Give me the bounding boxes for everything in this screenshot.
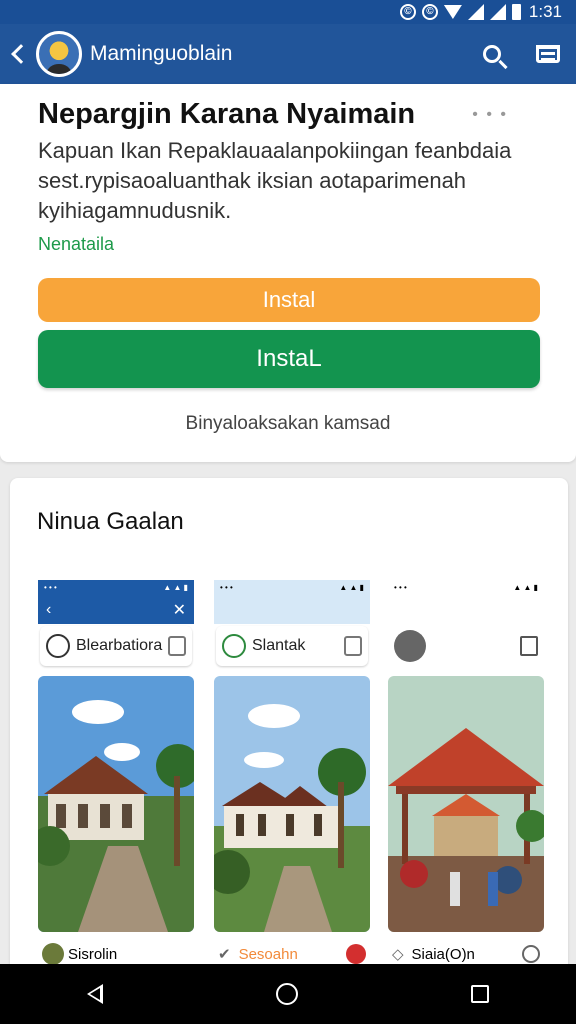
wifi-icon [443,5,462,19]
shot-photo [38,676,194,932]
gallery-title: Ninua Gaalan [37,508,184,535]
install-button-orange[interactable]: Instal [38,278,540,322]
system-nav-bar [0,964,576,1024]
clock: 1:31 [528,2,562,21]
shot-header: • • • ▲ ▲ ▮ ‹ ✕ [38,580,194,624]
shot-toolbar [388,624,544,668]
heart-icon [346,944,366,964]
avatar [42,943,64,965]
share-icon [394,630,426,662]
shot-photo [214,676,370,932]
shot-bottom-label: Siaia(O)n [411,945,475,963]
tag-icon: ◇ [392,946,404,963]
shot-toolbar: ‹ ✕ [38,596,194,624]
shot-chip: Slantak [216,626,368,666]
shot-status-bar: • • • ▲ ▲ ▮ [394,583,538,592]
rating-label: Nenataila [38,234,115,254]
chip-icon [222,634,246,658]
shot-bottom-label: Sesoahn [238,945,298,963]
cart-icon [536,45,560,63]
battery-icon [511,4,521,20]
app-headline: Nepargjin Karana Nyaimain [38,98,416,130]
sync-icon-2: © [421,4,438,20]
screenshot-2[interactable]: • • • ▲ ▲ ▮ Slantak ✔ Sesoahn [214,580,370,978]
shot-header: • • • ▲ ▲ ▮ [214,580,370,624]
app-bar: Maminguoblain [0,24,576,84]
chip-label: Slantak [252,637,306,654]
bookmark-icon [344,636,362,656]
back-button[interactable] [0,24,36,84]
status-bar: © © 1:31 [0,0,576,24]
signal-icon-2 [489,4,506,20]
search-button[interactable] [464,24,520,84]
more-options-icon[interactable]: • • • [472,106,508,124]
search-icon [483,45,501,63]
check-icon: ✔ [218,946,231,963]
screenshot-3[interactable]: • • • ▲ ▲ ▮ ◇ Siaia(O)n [388,580,544,978]
chip-icon [46,634,70,658]
screenshot-1[interactable]: • • • ▲ ▲ ▮ ‹ ✕ Blearbatiora Sisrolin [38,580,194,978]
gallery-card: Ninua Gaalan • • • ▲ ▲ ▮ ‹ ✕ Blearbatiora [10,478,568,978]
shot-chip: Blearbatiora [40,626,192,666]
nav-back-icon[interactable] [86,984,103,1004]
secondary-text[interactable]: Binyaloaksakan kamsad [0,413,576,435]
shot-status-bar: • • • ▲ ▲ ▮ [220,583,364,592]
app-title: Maminguoblain [90,42,233,65]
signal-icon [467,4,484,20]
nav-home-icon[interactable] [275,983,298,1005]
bookmark-icon [168,636,186,656]
chevron-left-icon [11,44,31,64]
cart-button[interactable] [520,24,576,84]
chip-label: Blearbatiora [76,637,163,654]
shot-photo [388,676,544,932]
close-icon: ✕ [172,602,186,619]
chevron-left-icon: ‹ [46,601,52,618]
shot-bottom-label: Sisrolin [68,945,118,963]
nav-recents-icon[interactable] [471,985,490,1003]
app-description: Kapuan Ikan Repaklauaalanpokiingan feanb… [38,138,512,223]
bookmark-icon [520,636,538,656]
clock-icon [522,945,540,963]
app-info-card: Nepargjin Karana Nyaimain • • • Kapuan I… [0,84,576,462]
sync-icon: © [399,4,416,20]
shot-header: • • • ▲ ▲ ▮ [388,580,544,624]
app-avatar[interactable] [36,31,82,77]
shot-status-bar: • • • ▲ ▲ ▮ [44,583,188,592]
install-button-green[interactable]: InstaL [38,330,540,388]
